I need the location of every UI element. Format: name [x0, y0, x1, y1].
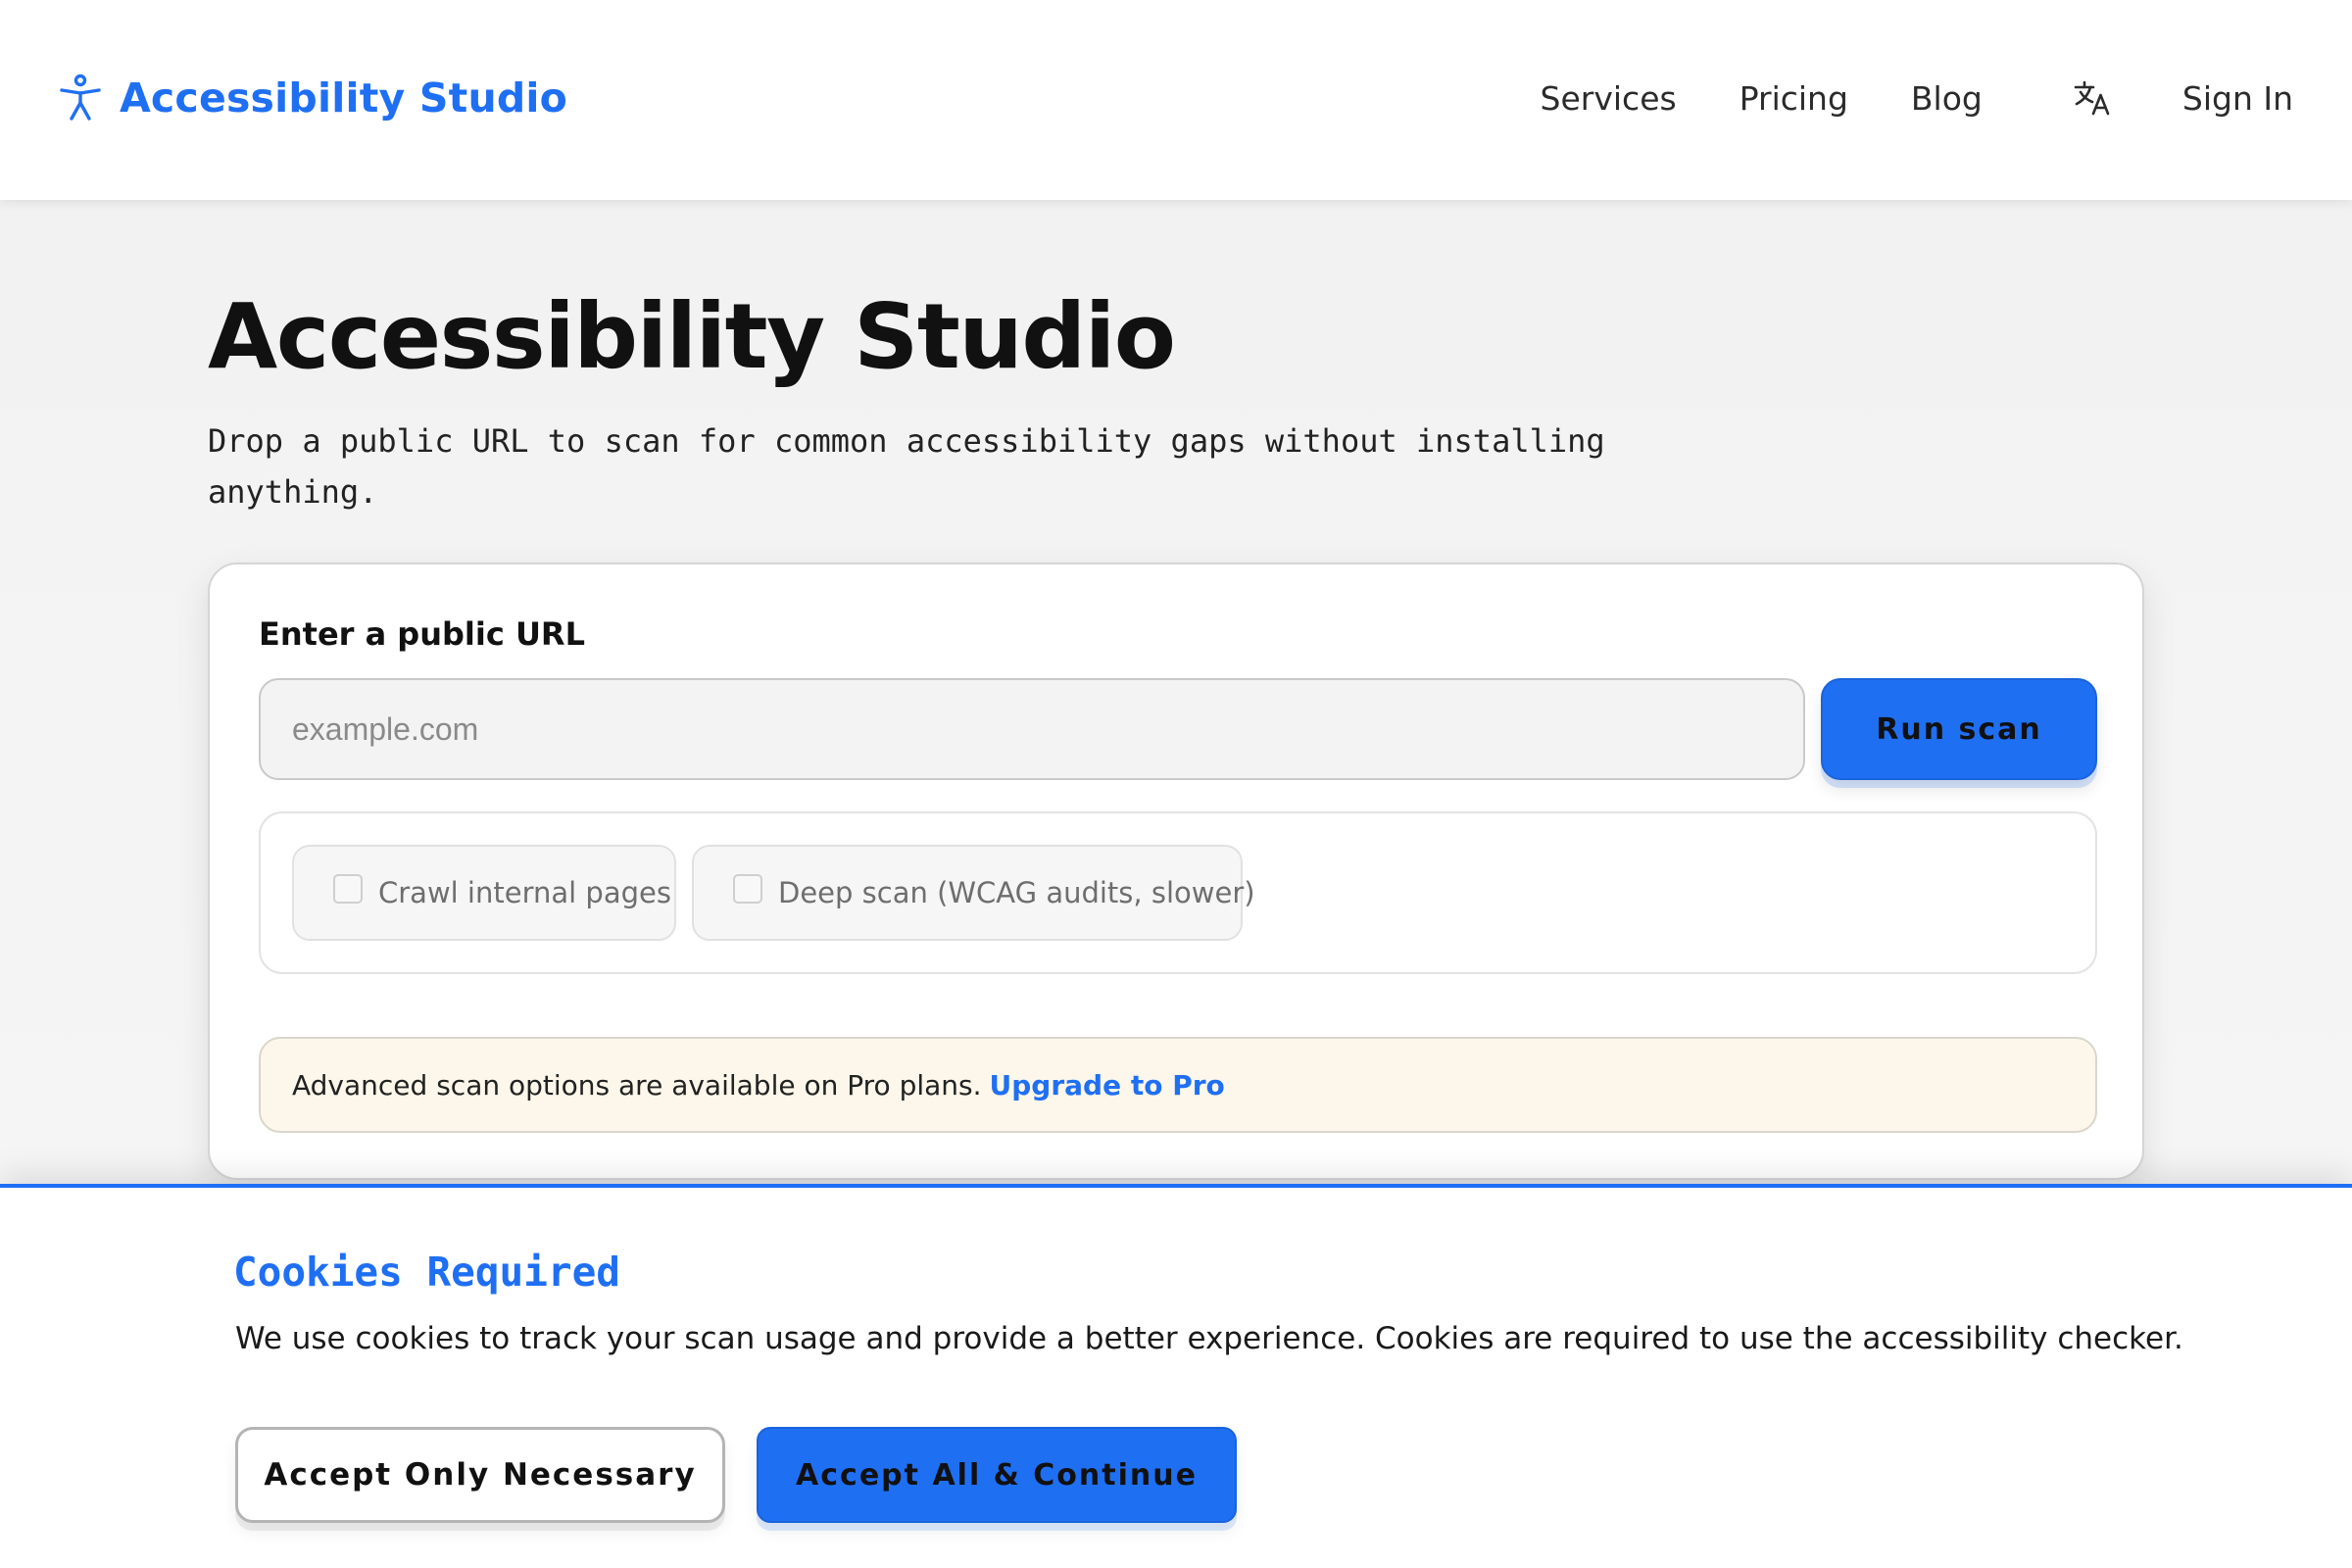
cookie-banner-title: Cookies Required — [233, 1249, 620, 1296]
scan-options-group: Crawl internal pages Deep scan (WCAG aud… — [259, 811, 2097, 974]
page-title: Accessibility Studio — [208, 284, 1176, 389]
url-field-label: Enter a public URL — [259, 615, 585, 653]
brand-name: Accessibility Studio — [120, 74, 568, 122]
accept-necessary-button[interactable]: Accept Only Necessary — [235, 1427, 725, 1523]
cookie-banner-message: We use cookies to track your scan usage … — [235, 1321, 2183, 1356]
accessibility-person-icon — [60, 74, 101, 121]
deep-scan-checkbox[interactable] — [733, 874, 762, 904]
option-crawl-internal-pages[interactable]: Crawl internal pages — [292, 845, 676, 941]
upgrade-to-pro-link[interactable]: Upgrade to Pro — [990, 1069, 1225, 1102]
accept-all-button[interactable]: Accept All & Continue — [757, 1427, 1237, 1523]
option-label: Deep scan (WCAG audits, slower) — [778, 876, 1255, 909]
crawl-pages-checkbox[interactable] — [333, 874, 363, 904]
run-scan-button[interactable]: Run scan — [1821, 678, 2097, 780]
translate-icon — [2074, 80, 2110, 116]
brand-home-link[interactable]: Accessibility Studio — [59, 71, 567, 125]
site-header: Accessibility Studio Services Pricing Bl… — [0, 0, 2352, 200]
sign-in-link[interactable]: Sign In — [2182, 79, 2293, 118]
scan-card: Enter a public URL Run scan Crawl intern… — [208, 563, 2144, 1180]
notice-text: Advanced scan options are available on P… — [292, 1068, 982, 1102]
option-deep-scan[interactable]: Deep scan (WCAG audits, slower) — [692, 845, 1255, 941]
language-button[interactable] — [2071, 76, 2114, 120]
option-label: Crawl internal pages — [378, 876, 671, 909]
main-nav: Services Pricing Blog Sign In — [1541, 71, 2293, 125]
nav-pricing[interactable]: Pricing — [1740, 79, 1848, 118]
nav-services[interactable]: Services — [1541, 79, 1677, 118]
pro-plan-notice: Advanced scan options are available on P… — [259, 1037, 2097, 1133]
page-subtitle: Drop a public URL to scan for common acc… — [208, 422, 1605, 511]
nav-blog[interactable]: Blog — [1911, 79, 1983, 118]
url-input[interactable] — [259, 678, 1805, 780]
cookie-banner: Cookies Required We use cookies to track… — [0, 1184, 2352, 1568]
